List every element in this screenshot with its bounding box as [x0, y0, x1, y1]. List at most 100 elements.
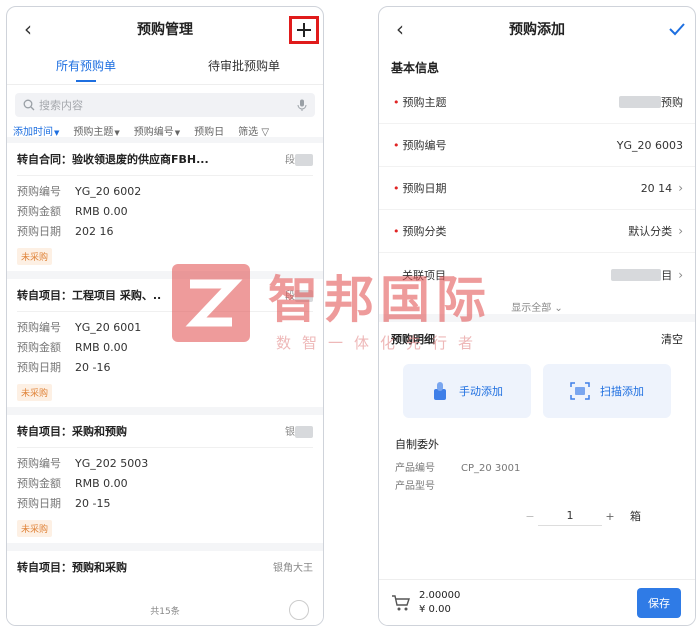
- field-label: 预购编号: [17, 185, 61, 198]
- order-card[interactable]: 转自合同：验收领退废的供应商FBH... 段 预购编号 YG_20 6002 预购金…: [7, 143, 323, 279]
- confirm-check-icon[interactable]: [667, 19, 687, 39]
- field-label: 产品型号: [395, 481, 435, 492]
- status-badge: 未采购: [17, 520, 53, 537]
- card-title: 转自合同：验收领退废的供应商FBH...: [17, 153, 209, 166]
- field-category[interactable]: • 预购分类 默认分类 ›: [379, 210, 695, 253]
- tab-all-orders[interactable]: 所有预购单: [7, 51, 165, 84]
- filter-icon: ▽: [261, 126, 270, 138]
- order-amount: RMB 0.00: [75, 477, 128, 490]
- field-label: 预购日期: [17, 361, 61, 374]
- field-label: 预购日期: [17, 225, 61, 238]
- field-value: 预购: [661, 96, 683, 109]
- order-date: 202 16: [75, 225, 114, 238]
- tab-pending-approval[interactable]: 待审批预购单: [165, 51, 323, 84]
- sort-add-time[interactable]: 添加时间▼: [13, 123, 59, 138]
- field-label: 预购金额: [17, 477, 61, 490]
- order-summary: 2.00000 ¥ 0.00: [419, 589, 460, 617]
- clear-button[interactable]: 清空: [661, 331, 683, 347]
- field-label: 预购金额: [17, 205, 61, 218]
- show-all-toggle[interactable]: 显示全部 ⌄: [379, 296, 695, 322]
- add-methods: 手动添加 扫描添加: [379, 356, 695, 426]
- required-marker: •: [393, 96, 400, 109]
- field-label: 预购编号: [17, 457, 61, 470]
- field-related-project[interactable]: 关联项目 目 ›: [379, 253, 695, 296]
- order-number: YG_202 5003: [75, 457, 149, 470]
- microphone-icon[interactable]: [297, 99, 307, 111]
- order-amount: RMB 0.00: [75, 205, 128, 218]
- increment-button[interactable]: +: [602, 510, 618, 523]
- search-bar: [15, 93, 315, 117]
- cart-icon[interactable]: [391, 594, 411, 612]
- sort-number[interactable]: 预购编号▼: [134, 123, 180, 138]
- scan-icon: [570, 382, 590, 400]
- field-label: 预购编号: [17, 321, 61, 334]
- chevron-right-icon: ›: [678, 267, 683, 282]
- save-button[interactable]: 保存: [637, 588, 681, 618]
- card-owner: 段: [285, 287, 313, 303]
- nav-bar: ‹ 预购管理: [7, 7, 323, 51]
- plus-icon: [297, 23, 311, 37]
- bottom-bar: 2.00000 ¥ 0.00 保存: [379, 579, 695, 625]
- order-amount: RMB 0.00: [75, 341, 128, 354]
- order-card[interactable]: 转自项目：预购和采购 银角大王: [7, 551, 323, 595]
- field-value: YG_20 6003: [616, 138, 683, 152]
- card-title: 转自项目：预购和采购: [17, 561, 127, 574]
- card-title: 转自项目：采购和预购: [17, 425, 127, 438]
- field-subject[interactable]: • 预购主题 预购: [379, 81, 695, 124]
- back-to-top-icon[interactable]: [289, 600, 309, 620]
- field-label: 预购金额: [17, 341, 61, 354]
- card-owner: 段: [285, 151, 313, 167]
- scan-add-button[interactable]: 扫描添加: [543, 364, 671, 418]
- order-date: 20 -16: [75, 361, 111, 374]
- page-title: 预购添加: [509, 22, 565, 38]
- search-input[interactable]: [39, 98, 297, 112]
- back-icon[interactable]: ‹: [389, 17, 411, 41]
- field-value: 目: [661, 268, 673, 282]
- summary-quantity: 2.00000: [419, 589, 461, 601]
- sort-arrow-icon: ▼: [114, 128, 120, 137]
- detail-header: 预购明细 清空: [379, 322, 695, 356]
- sort-arrow-icon: ▼: [174, 128, 181, 137]
- total-count: 共15条: [7, 595, 323, 625]
- card-owner: 银: [285, 423, 313, 439]
- field-number[interactable]: • 预购编号 YG_20 6003: [379, 124, 695, 167]
- list-screen: ‹ 预购管理 所有预购单 待审批预购单 添加时间▼ 预购主题▼ 预购编号▼ 预购…: [6, 6, 324, 626]
- unit-label: 箱: [630, 510, 641, 523]
- add-screen: ‹ 预购添加 基本信息 • 预购主题 预购 • 预购编号 YG_20 6003 • 预…: [378, 6, 696, 626]
- summary-amount: ¥ 0.00: [419, 603, 451, 615]
- status-badge: 未采购: [17, 248, 53, 265]
- back-icon[interactable]: ‹: [17, 17, 39, 41]
- add-button[interactable]: [289, 16, 319, 44]
- field-value: 默认分类: [628, 225, 673, 238]
- section-basic-info: 基本信息: [391, 61, 440, 75]
- hand-icon: [434, 382, 446, 400]
- required-marker: •: [393, 225, 400, 238]
- order-card[interactable]: 转自项目：工程项目 采购、.. 段 预购编号 YG_20 6001 预购金额 RMB …: [7, 279, 323, 415]
- field-label: 产品编号: [395, 463, 435, 474]
- card-owner: 银角大王: [273, 563, 313, 574]
- page-title: 预购管理: [137, 22, 193, 38]
- detail-title: 预购明细: [391, 333, 435, 346]
- field-date[interactable]: • 预购日期 20 14 ›: [379, 167, 695, 210]
- filter-bar: 添加时间▼ 预购主题▼ 预购编号▼ 预购日 筛选 ▽: [7, 123, 323, 143]
- chevron-right-icon: ›: [678, 224, 683, 238]
- field-value: 20 14: [640, 181, 673, 195]
- order-date: 20 -15: [75, 497, 111, 510]
- sort-subject[interactable]: 预购主题▼: [73, 123, 119, 138]
- tab-bar: 所有预购单 待审批预购单: [7, 51, 323, 85]
- card-title: 转自项目：工程项目 采购、..: [17, 289, 162, 302]
- quantity-input[interactable]: 1: [538, 506, 602, 526]
- product-group: 自制委外: [395, 438, 439, 451]
- order-card[interactable]: 转自项目：采购和预购 银 预购编号 YG_202 5003 预购金额 RMB 0.00…: [7, 415, 323, 551]
- decrement-button[interactable]: −: [522, 510, 538, 523]
- manual-add-button[interactable]: 手动添加: [403, 364, 531, 418]
- order-number: YG_20 6001: [75, 321, 142, 334]
- sort-date[interactable]: 预购日: [194, 123, 224, 138]
- filter-button[interactable]: 筛选 ▽: [238, 123, 269, 138]
- quantity-stepper: − 1 + 箱: [395, 506, 679, 526]
- search-icon: [23, 99, 35, 111]
- chevron-right-icon: ›: [678, 181, 683, 195]
- product-code: CP_20 3001: [461, 463, 521, 474]
- order-number: YG_20 6002: [75, 185, 142, 198]
- required-marker: •: [393, 139, 400, 152]
